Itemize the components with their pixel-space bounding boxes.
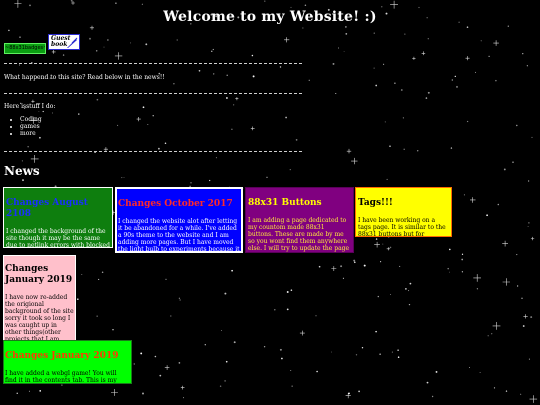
page-title: Welcome to my Website! :) (163, 9, 377, 25)
news-card: Tags!!! I have been working on a tags pa… (355, 187, 452, 237)
divider (4, 151, 302, 152)
news-card-title: Tags!!! (358, 198, 393, 208)
quill-pen-icon (67, 37, 78, 48)
stuff-list: Coding games more (10, 116, 42, 137)
news-card-body: I have been working on a tags page. It i… (358, 217, 446, 237)
list-item: Coding (20, 116, 42, 123)
list-item: more (20, 130, 42, 137)
news-card: Changes January 2019 I have added a webg… (3, 340, 132, 384)
news-card-title: Changes October 2017 (118, 199, 233, 209)
news-card-title: Changes January 2019 (5, 351, 119, 361)
news-card-title: Changes August 2108 (6, 198, 88, 219)
guestbook-button[interactable]: Guest book (48, 34, 80, 50)
intro-text: What happend to this site? Read below in… (4, 74, 165, 81)
news-card-body: I changed the website alot after letting… (118, 218, 240, 253)
88x31-badge-button[interactable]: ~88x31badges~ (4, 43, 46, 54)
stuff-heading: Here isstuff I do: (4, 103, 56, 110)
news-card-title: 88x31 Buttons (248, 198, 322, 208)
list-item: games (20, 123, 42, 130)
news-card: 88x31 Buttons I am adding a page dedicat… (245, 187, 354, 253)
news-card: Changes August 2108 I changed the backgr… (3, 187, 113, 248)
divider (4, 93, 302, 94)
news-heading: News (4, 164, 40, 178)
news-card-body: I changed the background of the site tho… (6, 228, 110, 248)
news-card-body: I have now re-added the origional backgr… (5, 294, 74, 341)
news-card: Changes January 2019 I have now re-added… (3, 255, 76, 341)
news-card-title: Changes January 2019 (5, 264, 73, 285)
guestbook-label: Guest book (51, 35, 71, 48)
news-card: Changes October 2017 I changed the websi… (115, 187, 243, 253)
news-card-body: I have added a webgl game! You will find… (5, 370, 117, 384)
divider (4, 63, 302, 64)
news-card-body: I am adding a page dedicated to my count… (248, 217, 350, 252)
